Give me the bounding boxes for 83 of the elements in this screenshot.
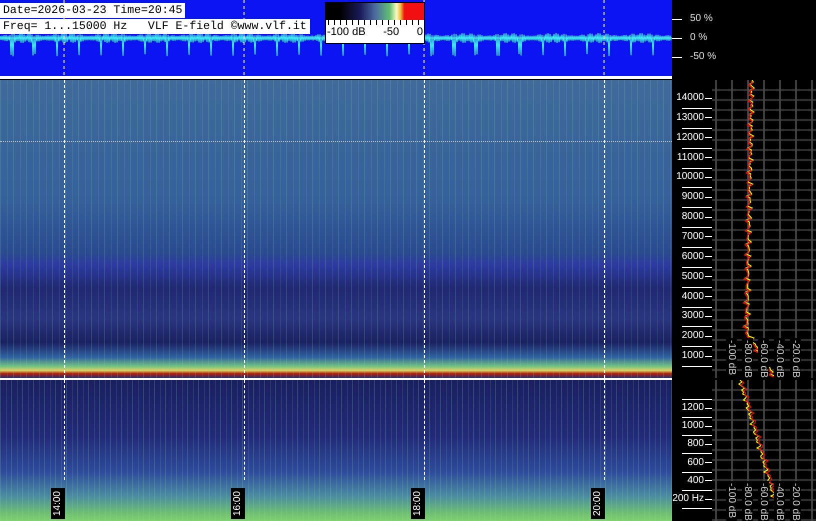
db-label: -20.0 dB [790,481,801,521]
frequency-label: 1200 [682,401,704,415]
db-label: -40.0 dB [774,338,785,378]
axis-tick [705,276,712,278]
axis-tick [682,346,712,348]
scale-label: -50 [383,26,400,39]
frequency-label: 600 [687,456,704,470]
frequency-label: 13000 [676,110,704,125]
db-label: -60.0 dB [758,338,769,378]
axis-tick [705,356,712,357]
frequency-label: 200 Hz [672,492,704,506]
frequency-label: 1000 [682,419,704,434]
axis-tick [705,176,712,178]
frequency-label: 4000 [682,290,704,304]
axis-tick [705,336,712,337]
frequency-label: 800 [687,437,704,452]
axis-tick [705,498,712,500]
db-label: -60.0 dB [758,481,769,521]
frequency-label: 14000 [676,91,704,105]
frequency-label: 7000 [682,230,704,244]
axis-tick [682,366,712,368]
db-label: -100 dB [726,338,737,378]
time-label: 14:00 [51,488,65,519]
axis-tick [682,453,712,454]
frequency-label: 400 [687,474,704,488]
axis-tick [682,207,712,208]
axis-tick [705,117,712,118]
axis-tick [682,187,712,188]
axis-tick [682,128,712,129]
axis-tick [705,462,712,464]
frequency-label: 1000 [682,349,704,364]
date-time-text: Date=2026-03-23 Time=20:45 [0,3,186,18]
db-label: -100 dB [726,481,737,521]
axis-tick [682,398,712,400]
amplitude-label: -50 % [690,51,716,63]
axis-tick [682,490,712,491]
axis-tick [705,444,712,445]
axis-tick [682,508,712,509]
axis-tick [682,168,712,169]
axis-tick [672,18,682,20]
axis-tick [705,137,712,138]
axis-tick [705,316,712,317]
scale-label: -100 dB [327,26,366,39]
db-label: -80.0 dB [742,338,753,378]
time-label: 18:00 [411,488,425,519]
frequency-label: 6000 [682,250,704,264]
frequency-label: 2000 [682,329,704,344]
axis-tick [705,216,712,218]
axis-tick [682,435,712,436]
axis-tick [705,296,712,297]
time-label: 20:00 [591,488,605,519]
frequency-label: 5000 [682,270,704,284]
time-label: 16:00 [231,488,245,519]
db-label: -80.0 dB [742,481,753,521]
axis-tick [705,426,712,427]
axis-tick [682,286,712,288]
axis-tick [682,148,712,149]
frequency-label: 8000 [682,210,704,224]
scale-label: 0 [416,26,423,39]
amplitude-label: 0 % [690,32,708,44]
axis-tick [705,256,712,258]
axis-tick [705,236,712,238]
axis-tick [682,246,712,248]
axis-tick [682,417,712,418]
db-label: -40.0 dB [774,481,785,521]
axis-tick [682,472,712,473]
axis-tick [682,306,712,308]
frequency-label: 10000 [676,170,704,184]
db-label: -20.0 dB [790,338,801,378]
axis-tick [682,266,712,268]
amplitude-label: 50 % [690,13,713,25]
axis-tick [682,326,712,328]
axis-tick [705,480,712,482]
frequency-label: 9000 [682,190,704,204]
axis-tick [705,196,712,198]
axis-tick [682,108,712,109]
frequency-label: 11000 [676,150,704,165]
axis-tick [672,56,682,58]
frequency-label: 3000 [682,309,704,324]
frequency-range-text: Freq= 1...15000 Hz VLF E-field ©www.vlf.it [0,19,310,34]
axis-tick [705,157,712,158]
frequency-label: 12000 [676,130,704,145]
axis-tick [682,227,712,228]
